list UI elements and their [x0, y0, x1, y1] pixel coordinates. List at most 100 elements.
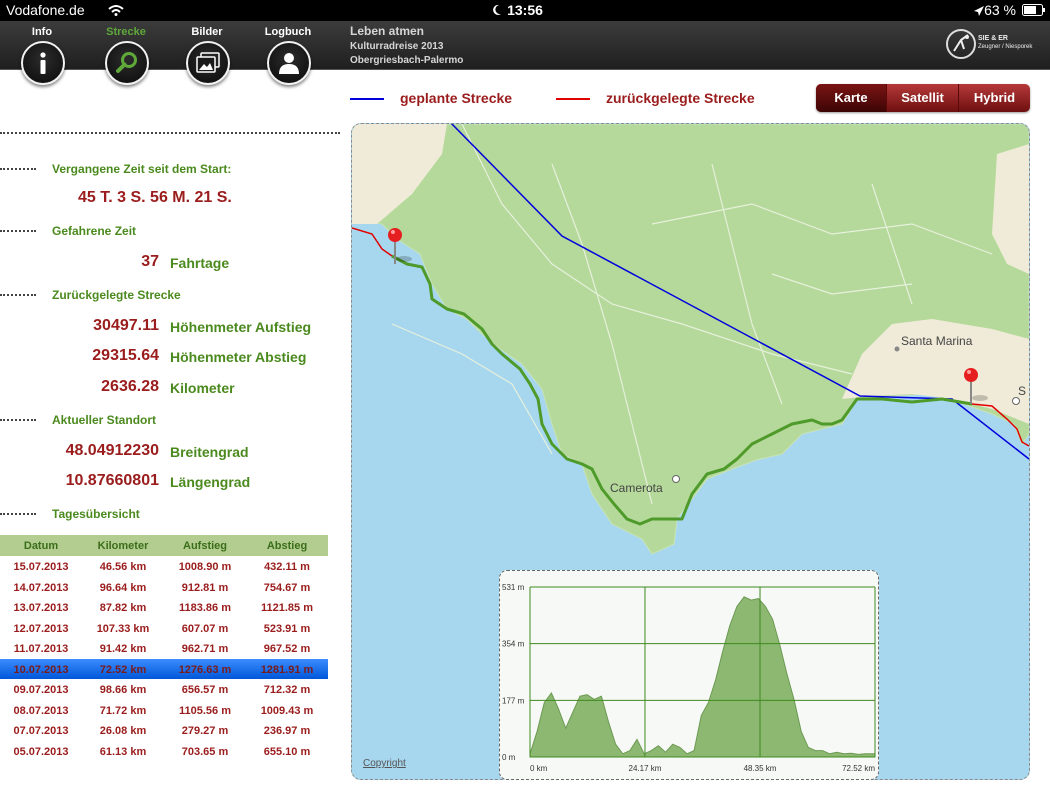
overview-label: Tagesübersicht [52, 507, 140, 521]
place-santa-marina: Santa Marina [901, 334, 973, 348]
map-type-satellit[interactable]: Satellit [887, 84, 959, 112]
cell-abstieg: 236.97 m [263, 725, 311, 737]
cell-aufstieg: 1105.56 m [179, 704, 231, 717]
table-row[interactable]: 05.07.2013 61.13 km 703.65 m 655.10 m [0, 741, 328, 762]
x-tick-label: 24.17 km [629, 764, 662, 773]
traveled-route-line-west [352, 227, 393, 257]
tab-logbuch[interactable]: Logbuch [253, 21, 323, 87]
tab-logbuch-label: Logbuch [264, 26, 312, 38]
legend-planned-line [350, 98, 384, 101]
cell-abstieg: 523.91 m [263, 622, 311, 635]
place-s: S [1018, 384, 1026, 398]
table-row[interactable]: 10.07.2013 72.52 km 1276.63 m 1281.91 m [0, 658, 328, 679]
search-icon [116, 52, 137, 73]
photos-icon [196, 52, 220, 73]
cell-kilometer: 46.56 km [99, 561, 147, 573]
legend-planned-label: geplante Strecke [400, 90, 513, 106]
y-tick-label: 177 m [502, 696, 525, 705]
elapsed-value: 45 T. 3 S. 56 M. 21 S. [78, 189, 232, 206]
cell-datum: 11.07.2013 [13, 643, 69, 655]
cell-abstieg: 967.52 m [263, 643, 311, 655]
km-unit: Kilometer [170, 380, 235, 396]
daily-overview-table: Datum Kilometer Aufstieg Abstieg 15.07.2… [0, 535, 328, 761]
y-tick-label: 531 m [502, 583, 525, 592]
person-icon [279, 53, 299, 74]
cell-kilometer: 96.64 km [99, 581, 147, 594]
legend-traveled-line [556, 98, 590, 101]
trip-route: Obergriesbach-Palermo [350, 55, 464, 66]
table-row[interactable]: 08.07.2013 71.72 km 1105.56 m 1009.43 m [0, 700, 328, 721]
cell-aufstieg: 703.65 m [181, 745, 229, 758]
cyclist-logo-icon [953, 34, 969, 52]
cell-aufstieg: 607.07 m [181, 622, 229, 635]
tab-bilder[interactable]: Bilder [172, 21, 242, 87]
map-type-hybrid[interactable]: Hybrid [959, 84, 1030, 112]
driven-label: Gefahrene Zeit [52, 224, 137, 238]
table-row[interactable]: 15.07.2013 46.56 km 1008.90 m 432.11 m [0, 556, 328, 577]
legend-traveled: zurückgelegte Strecke [556, 90, 755, 106]
table-row[interactable]: 11.07.2013 91.42 km 962.71 m 967.52 m [0, 638, 328, 659]
table-row[interactable]: 07.07.2013 26.08 km 279.27 m 236.97 m [0, 720, 328, 741]
header-kilometer: Kilometer [97, 540, 149, 552]
cell-kilometer: 107.33 km [96, 622, 150, 635]
table-row[interactable]: 09.07.2013 98.66 km 656.57 m 712.32 m [0, 679, 328, 700]
table-row[interactable]: 12.07.2013 107.33 km 607.07 m 523.91 m [0, 618, 328, 639]
cell-abstieg: 655.10 m [263, 745, 311, 758]
divider [0, 132, 340, 134]
cell-datum: 09.07.2013 [13, 684, 69, 696]
cell-aufstieg: 962.71 m [181, 643, 229, 655]
trip-title: Leben atmen [350, 24, 425, 38]
tab-strecke[interactable]: Strecke [91, 21, 161, 87]
cell-abstieg: 432.11 m [264, 561, 310, 573]
y-tick-label: 354 m [502, 640, 525, 649]
battery-icon [1022, 4, 1045, 16]
days-value: 37 [141, 253, 159, 270]
place-camerota: Camerota [610, 481, 663, 495]
battery-percentage: 63 % [984, 2, 1016, 18]
trip-info: Leben atmen Kulturradreise 2013 Obergrie… [350, 24, 463, 66]
cell-abstieg: 754.67 m [263, 581, 311, 594]
trip-subtitle: Kulturradreise 2013 [350, 41, 444, 52]
cell-kilometer: 61.13 km [99, 745, 147, 758]
legend-planned: geplante Strecke [350, 90, 512, 106]
cell-aufstieg: 1183.86 m [179, 602, 231, 614]
map-copyright-link[interactable]: Copyright [363, 758, 406, 769]
legend-traveled-label: zurückgelegte Strecke [606, 90, 755, 106]
tab-bilder-label: Bilder [191, 26, 223, 38]
cell-aufstieg: 279.27 m [181, 725, 229, 737]
brand-logo: SIE & ER Zeugner / Niesporek [946, 29, 1036, 59]
x-tick-label: 72.52 km [842, 764, 875, 773]
lat-value: 48.04912230 [65, 442, 159, 459]
divider [0, 419, 36, 421]
descent-value: 29315.64 [92, 347, 159, 364]
cell-aufstieg: 912.81 m [181, 581, 229, 594]
table-row[interactable]: 13.07.2013 87.82 km 1183.86 m 1121.85 m [0, 597, 328, 618]
header-abstieg: Abstieg [266, 540, 308, 552]
distance-label: Zurückgelegte Strecke [52, 288, 181, 302]
tab-info[interactable]: Info [7, 21, 77, 87]
cell-abstieg: 1281.91 m [260, 663, 314, 676]
km-value: 2636.28 [101, 378, 159, 395]
info-icon [40, 52, 46, 74]
divider [0, 294, 36, 296]
table-row[interactable]: 14.07.2013 96.64 km 912.81 m 754.67 m [0, 577, 328, 598]
cell-datum: 07.07.2013 [13, 725, 69, 737]
map-type-karte[interactable]: Karte [816, 84, 887, 112]
elevation-chart-svg: 531 m 354 m 177 m 0 m 0 km 24.17 km 48.35 km 72… [502, 583, 876, 773]
cell-abstieg: 712.32 m [263, 684, 311, 696]
cell-kilometer: 87.82 km [99, 602, 147, 614]
divider [0, 513, 36, 515]
location-label: Aktueller Standort [52, 413, 157, 427]
map-type-control: Karte Satellit Hybrid [816, 84, 1030, 112]
santa-marina-dot [894, 346, 900, 352]
cell-kilometer: 91.42 km [99, 643, 147, 655]
logo-line-1: SIE & ER [978, 35, 1008, 42]
cell-aufstieg: 1276.63 m [178, 663, 232, 676]
cell-aufstieg: 1008.90 m [178, 561, 232, 573]
descent-unit: Höhenmeter Abstieg [170, 349, 307, 365]
status-bar: Vodafone.de 13:56 63 % [0, 0, 1050, 21]
cell-datum: 08.07.2013 [13, 704, 69, 717]
y-tick-label: 0 m [502, 753, 516, 762]
tab-strecke-label: Strecke [106, 26, 146, 38]
lat-unit: Breitengrad [170, 444, 249, 460]
